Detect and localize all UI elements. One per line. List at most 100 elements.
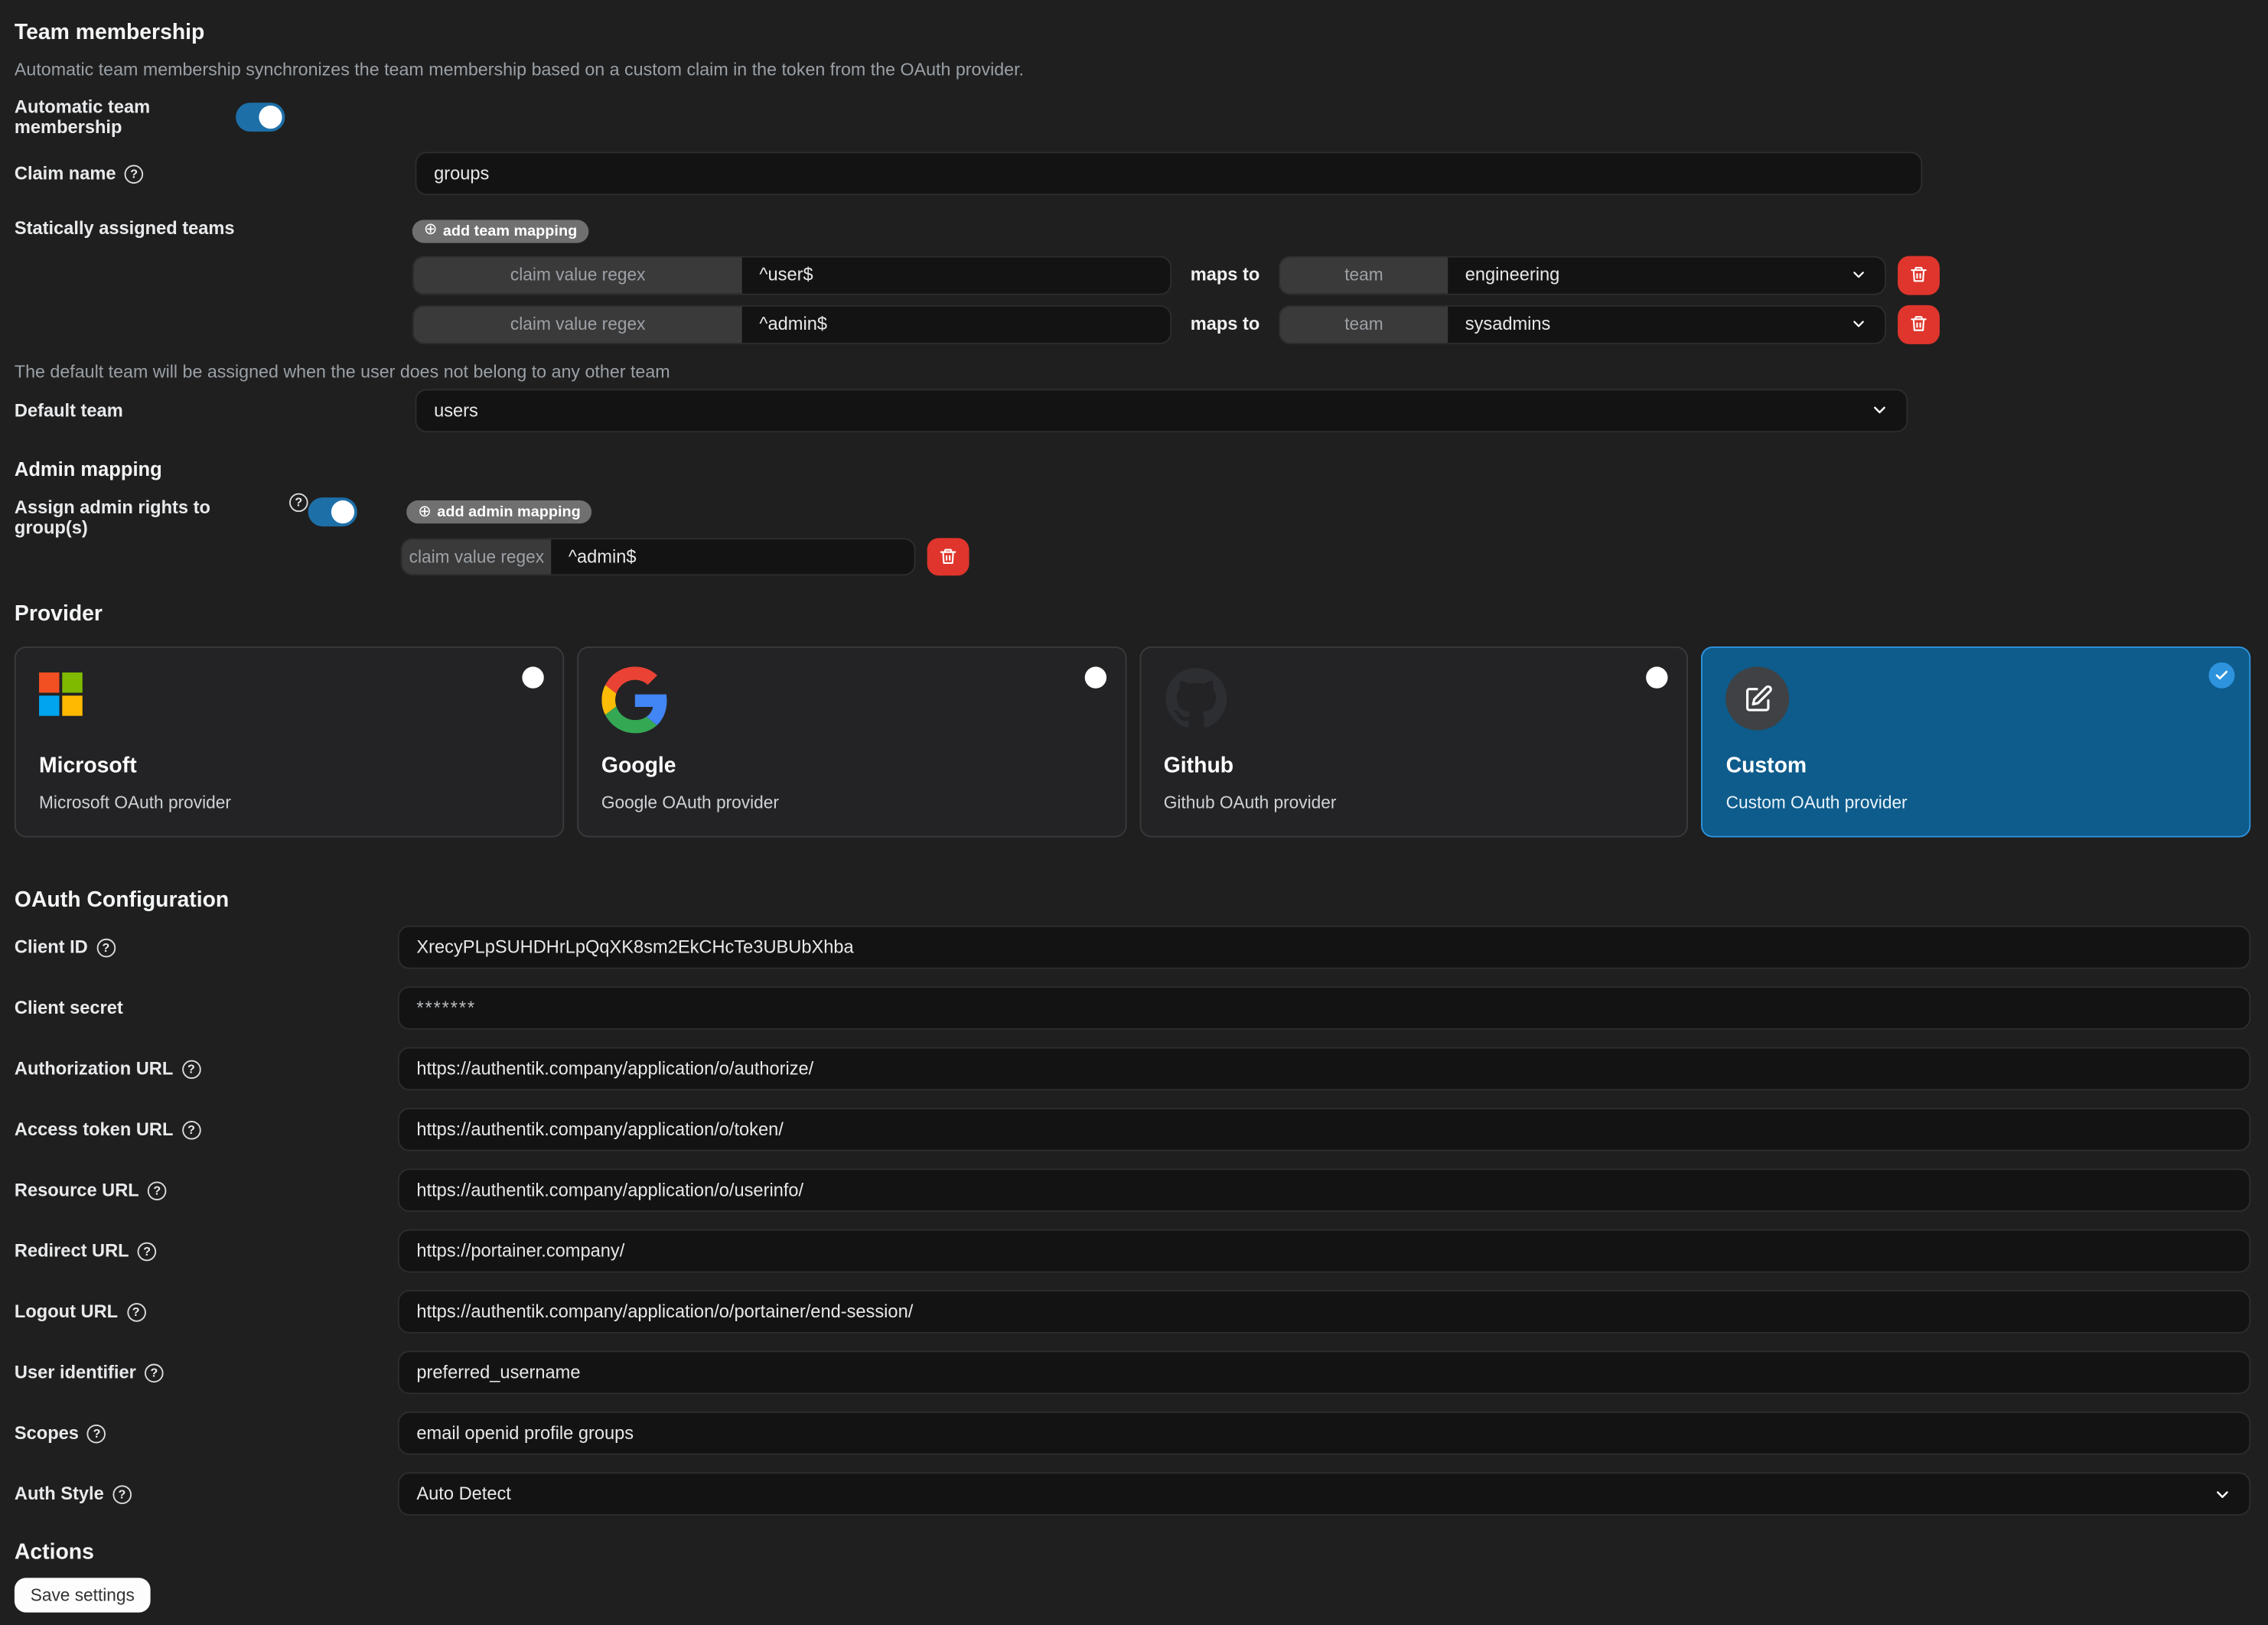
help-icon: ? <box>182 1120 201 1139</box>
authorization-url-input[interactable] <box>398 1047 2250 1091</box>
scopes-label: Scopes ? <box>15 1423 398 1443</box>
add-circle-icon: ⊕ <box>424 223 437 239</box>
remove-admin-mapping-button[interactable] <box>927 537 969 575</box>
team-addon: team <box>1280 257 1448 293</box>
default-team-value: users <box>434 400 478 420</box>
auth-style-value: Auto Detect <box>416 1483 510 1503</box>
remove-team-mapping-button[interactable] <box>1898 304 1940 344</box>
field-label-text: Client secret <box>15 998 123 1018</box>
radio-unchecked-icon[interactable] <box>1084 666 1106 688</box>
save-settings-button[interactable]: Save settings <box>15 1578 151 1612</box>
scopes-input[interactable] <box>398 1412 2250 1455</box>
provider-card-title: Google <box>601 754 1102 778</box>
add-admin-mapping-label: add admin mapping <box>437 503 580 521</box>
provider-card-github[interactable]: Github Github OAuth provider <box>1139 646 1689 838</box>
authorization-url-label: Authorization URL ? <box>15 1059 398 1079</box>
edit-icon <box>1726 666 1790 730</box>
default-team-select[interactable]: users <box>415 389 1908 432</box>
provider-card-microsoft[interactable]: Microsoft Microsoft OAuth provider <box>15 646 564 838</box>
claim-value-regex-input[interactable] <box>742 306 1171 342</box>
help-icon: ? <box>145 1363 164 1382</box>
provider-card-custom[interactable]: Custom Custom OAuth provider <box>1701 646 2250 838</box>
help-icon: ? <box>182 1060 201 1079</box>
client-id-input[interactable] <box>398 926 2250 969</box>
assign-admin-rights-toggle[interactable] <box>308 497 357 526</box>
remove-team-mapping-button[interactable] <box>1898 256 1940 295</box>
google-logo-icon <box>601 666 668 733</box>
team-addon: team <box>1280 306 1448 342</box>
team-select[interactable]: sysadmins <box>1448 306 1885 342</box>
client-secret-label: Client secret <box>15 998 398 1018</box>
auth-style-label: Auth Style ? <box>15 1483 398 1503</box>
provider-card-description: Google OAuth provider <box>601 793 1102 812</box>
help-icon: ? <box>126 1302 145 1321</box>
actions-heading: Actions <box>15 1540 2250 1566</box>
user-identifier-input[interactable] <box>398 1351 2250 1395</box>
access-token-url-label: Access token URL ? <box>15 1119 398 1139</box>
admin-mapping-row: claim value regex <box>401 536 969 575</box>
help-icon: ? <box>96 938 116 957</box>
add-admin-mapping-button[interactable]: ⊕ add admin mapping <box>406 500 592 523</box>
admin-mapping-heading: Admin mapping <box>15 456 2250 480</box>
redirect-url-label: Redirect URL ? <box>15 1241 398 1261</box>
help-icon: ? <box>87 1424 106 1443</box>
field-label-text: Logout URL <box>15 1301 118 1321</box>
claim-name-label-text: Claim name <box>15 164 116 184</box>
maps-to-label: maps to <box>1191 265 1260 285</box>
add-team-mapping-button[interactable]: ⊕ add team mapping <box>412 219 589 242</box>
team-select-value: sysadmins <box>1465 314 1551 334</box>
chevron-down-icon <box>1850 315 1868 333</box>
redirect-url-input[interactable] <box>398 1229 2250 1273</box>
chevron-down-icon <box>1850 266 1868 284</box>
team-select-value: engineering <box>1465 265 1560 285</box>
default-team-label: Default team <box>15 400 415 420</box>
team-membership-description: Automatic team membership synchronizes t… <box>15 60 2250 81</box>
chevron-down-icon <box>2213 1484 2232 1503</box>
access-token-url-input[interactable] <box>398 1108 2250 1151</box>
add-team-mapping-label: add team mapping <box>443 222 577 239</box>
provider-heading: Provider <box>15 601 2250 627</box>
client-id-label: Client ID ? <box>15 937 398 957</box>
oauth-configuration-heading: OAuth Configuration <box>15 888 2250 914</box>
trash-icon <box>1909 265 1928 285</box>
claim-value-regex-input[interactable] <box>742 257 1171 293</box>
admin-claim-value-regex-input[interactable] <box>551 539 914 573</box>
provider-card-google[interactable]: Google Google OAuth provider <box>577 646 1126 838</box>
field-label-text: Scopes <box>15 1423 79 1443</box>
selected-check-icon <box>2208 663 2234 689</box>
radio-unchecked-icon[interactable] <box>1647 666 1668 688</box>
provider-card-description: Custom OAuth provider <box>1726 793 2227 812</box>
team-select[interactable]: engineering <box>1448 257 1885 293</box>
claim-name-label: Claim name ? <box>15 164 415 184</box>
field-label-text: Resource URL <box>15 1180 139 1200</box>
radio-unchecked-icon[interactable] <box>522 666 543 688</box>
logout-url-input[interactable] <box>398 1290 2250 1334</box>
field-label-text: Client ID <box>15 937 88 957</box>
github-logo-icon <box>1164 666 1227 730</box>
help-icon: ? <box>289 493 308 512</box>
chevron-down-icon <box>1870 401 1889 420</box>
auth-style-select[interactable]: Auto Detect <box>398 1472 2250 1516</box>
team-membership-heading: Team membership <box>15 20 2250 46</box>
team-mapping-row: claim value regex maps to team engineeri… <box>412 256 1940 295</box>
add-circle-icon: ⊕ <box>418 504 431 520</box>
help-icon: ? <box>112 1484 132 1503</box>
automatic-team-membership-label: Automatic team membership <box>15 97 236 138</box>
trash-icon <box>939 546 958 566</box>
automatic-team-membership-toggle[interactable] <box>236 103 285 132</box>
provider-card-title: Custom <box>1726 754 2227 778</box>
claim-name-input[interactable] <box>415 151 1923 195</box>
logout-url-label: Logout URL ? <box>15 1301 398 1321</box>
team-mapping-row: claim value regex maps to team sysadmins <box>412 304 1940 344</box>
provider-card-title: Microsoft <box>39 754 539 778</box>
settings-page: Team membership Automatic team membershi… <box>0 0 2268 1625</box>
resource-url-input[interactable] <box>398 1168 2250 1212</box>
client-secret-input[interactable] <box>398 986 2250 1030</box>
field-label-text: User identifier <box>15 1363 136 1382</box>
field-label-text: Authorization URL <box>15 1059 173 1079</box>
provider-cards: Microsoft Microsoft OAuth provider Googl… <box>15 646 2250 838</box>
provider-card-description: Github OAuth provider <box>1164 793 1664 812</box>
field-label-text: Redirect URL <box>15 1241 129 1261</box>
maps-to-label: maps to <box>1191 314 1260 334</box>
field-label-text: Access token URL <box>15 1119 173 1139</box>
